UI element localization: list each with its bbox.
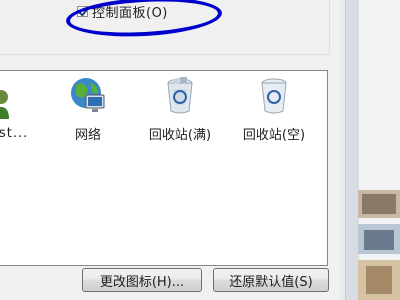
icon-item-recycle-full[interactable]: 回收站(满) (145, 75, 215, 143)
icon-label: 回收站(空) (242, 128, 306, 143)
icon-label: 回收站(满) (148, 128, 212, 143)
icon-label: st... (0, 126, 29, 141)
recycle-bin-full-icon (167, 77, 193, 114)
change-icon-button[interactable]: 更改图标(H)... (82, 268, 202, 292)
icon-label: 网络 (74, 128, 101, 143)
recycle-bin-empty-icon (261, 78, 287, 114)
icon-item-recycle-empty[interactable]: 回收站(空) (239, 75, 309, 143)
icon-item-network[interactable]: 网络 (63, 75, 113, 143)
desktop-icon-list[interactable]: st... 网络 回收站(满) 回收站(空) (0, 70, 328, 266)
wallpaper-thumbnails (358, 190, 400, 300)
restore-default-button[interactable]: 还原默认值(S) (213, 268, 329, 292)
desktop-icon-settings-dialog: 控制面板(O) st... 网络 回收站(满) 回收站(空) 更改图标(H)..… (0, 0, 340, 300)
user-icon (0, 90, 9, 119)
network-icon (71, 78, 105, 112)
